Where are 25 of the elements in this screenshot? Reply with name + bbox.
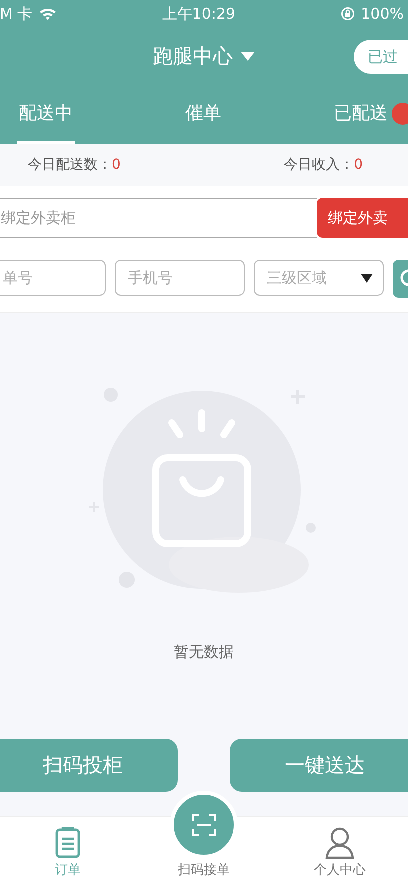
region-select[interactable]: 三级区域 [254,260,384,296]
tab[interactable]: 已配送 [332,84,390,144]
person-icon [325,827,355,859]
dropdown-caret-icon [361,274,373,282]
tab[interactable]: 催单 [184,84,224,144]
nav-tab[interactable]: 个人中心 [272,817,408,883]
clock-time: 上午10:29 [162,4,236,24]
dropdown-caret-icon [241,52,255,60]
nav-tab[interactable]: 订单 [0,817,136,883]
stat-text: 今日配送数：0 [28,156,121,174]
center-dropdown[interactable]: 跑腿中心 [153,42,255,70]
deliver-all-button[interactable]: 一键送达 [230,739,408,792]
bind-cabinet-button[interactable]: 绑定外卖 [317,198,408,238]
rotation-lock-icon [341,7,356,21]
empty-message: 暂无数据 [174,643,234,662]
scan-cabinet-button[interactable]: 扫码投柜 [0,739,178,792]
stat-text: 今日收入：0 [284,156,363,174]
carrier-text: M 卡 [0,4,33,24]
expired-button[interactable]: 已过 [354,40,408,74]
search-field[interactable]: 单号 [0,260,106,296]
battery-percent: 100% [361,5,404,23]
search-field[interactable]: 手机号 [115,260,245,296]
cabinet-field[interactable]: 绑定外卖柜 [0,198,317,238]
clipboard-icon [55,827,81,859]
wifi-icon [38,7,57,21]
